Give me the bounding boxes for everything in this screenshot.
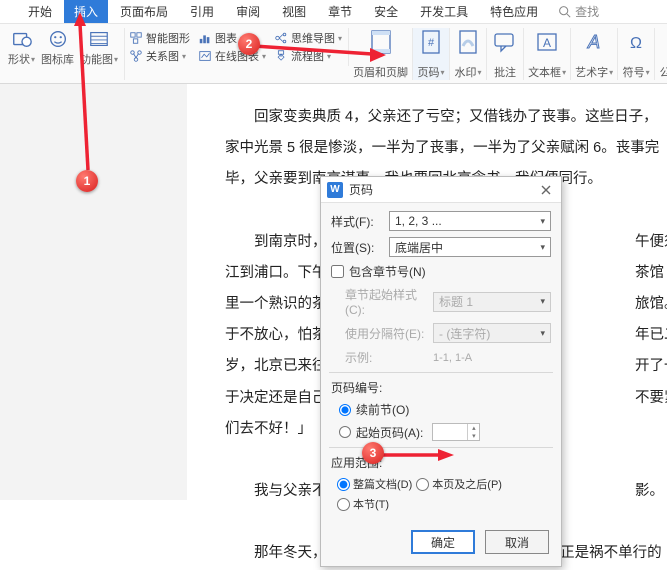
iconlib-icon[interactable] (47, 28, 69, 50)
dialog-title: 页码 (349, 181, 537, 198)
menu-chapter[interactable]: 章节 (318, 0, 362, 23)
menu-reference[interactable]: 引用 (180, 0, 224, 23)
svg-text:#: # (428, 37, 435, 49)
menu-view[interactable]: 视图 (272, 0, 316, 23)
page-number-icon: # (417, 28, 445, 56)
menu-search[interactable]: 查找 (558, 3, 599, 20)
iconlib-label[interactable]: 图标库 (41, 51, 74, 67)
svg-text:Ω: Ω (630, 35, 642, 52)
separator-label: 使用分隔符(E): (345, 325, 429, 342)
style-label: 样式(F): (331, 213, 385, 230)
include-chapter-checkbox[interactable] (331, 265, 344, 278)
style-combo[interactable]: 1, 2, 3 ...▾ (389, 211, 551, 231)
menu-bar: 开始 插入 页面布局 引用 审阅 视图 章节 安全 开发工具 特色应用 查找 (0, 0, 667, 24)
doc-line-right: 开了一会，终 (635, 351, 667, 382)
textbox-icon: A (533, 28, 561, 56)
mindmap-button[interactable]: 思维导图▾ (274, 30, 342, 46)
dialog-close-button[interactable] (537, 181, 555, 199)
close-icon (541, 185, 551, 195)
callout-3: 3 (362, 442, 384, 464)
menu-security[interactable]: 安全 (364, 0, 408, 23)
callout-1: 1 (76, 170, 98, 192)
wordart-icon: A (580, 28, 608, 56)
scope-after-radio[interactable] (416, 478, 429, 491)
chapter-style-combo: 标题 1▾ (433, 292, 551, 312)
ribbon-page-number[interactable]: # 页码▾ (413, 28, 450, 80)
ribbon-textbox[interactable]: A 文本框▾ (524, 28, 571, 80)
search-label: 查找 (575, 3, 599, 20)
shape-label[interactable]: 形状▾ (8, 51, 35, 67)
page-number-dialog: W 页码 样式(F): 1, 2, 3 ...▾ 位置(S): 底端居中▾ 包含… (320, 176, 562, 567)
position-label: 位置(S): (331, 239, 385, 256)
numbering-section-label: 页码编号: (331, 379, 551, 396)
menu-start[interactable]: 开始 (18, 0, 62, 23)
app-w-icon: W (327, 182, 343, 198)
start-at-label: 起始页码(A): (356, 424, 423, 441)
menu-special[interactable]: 特色应用 (480, 0, 548, 23)
left-margin (0, 84, 27, 500)
doc-line: 回家变卖典质 4，父亲还了亏空；又借钱办了丧事。这些日子， (225, 102, 637, 133)
menu-devtools[interactable]: 开发工具 (410, 0, 478, 23)
doc-line-right: 不要紧，他 (635, 383, 667, 414)
scope-doc-radio[interactable] (337, 478, 350, 491)
watermark-icon (454, 28, 482, 56)
menu-layout[interactable]: 页面布局 (110, 0, 178, 23)
position-combo[interactable]: 底端居中▾ (389, 237, 551, 257)
doc-line-right: 年已二十 (635, 320, 667, 351)
menu-review[interactable]: 审阅 (226, 0, 270, 23)
ribbon-wordart[interactable]: A 艺术字▾ (571, 28, 618, 80)
ribbon-comment[interactable]: 批注 (487, 28, 524, 80)
func-icon[interactable] (88, 28, 110, 50)
ribbon-formula[interactable]: π 公式▾ (655, 28, 667, 80)
chapter-style-label: 章节起始样式(C): (345, 286, 429, 317)
func-label[interactable]: 功能图▾ (80, 51, 118, 67)
doc-line-right: 午便须渡 (635, 227, 667, 258)
ribbon-watermark[interactable]: 水印▾ (450, 28, 487, 80)
start-at-radio[interactable] (339, 426, 351, 438)
formula-icon: π (659, 28, 667, 56)
example-value: 1-1, 1-A (433, 352, 472, 364)
doc-line-right: 影。 (635, 476, 664, 507)
continue-radio[interactable] (339, 404, 351, 416)
ribbon-group-charts: 智能图形 关系图▾ (125, 28, 194, 66)
cancel-button[interactable]: 取消 (485, 530, 549, 554)
scope-section-radio[interactable] (337, 498, 350, 511)
svg-text:A: A (587, 32, 600, 52)
include-chapter-label: 包含章节号(N) (349, 263, 426, 280)
smartshape-button[interactable]: 智能图形 (129, 30, 190, 46)
ribbon: 形状▾ 图标库 功能图▾ 智能图形 关系图▾ 图表▾ 在线图表▾ 思维导图▾ 流… (0, 24, 667, 84)
header-footer-icon (367, 28, 395, 56)
search-icon (558, 5, 571, 18)
symbol-icon: Ω (622, 28, 650, 56)
dialog-titlebar: W 页码 (321, 177, 561, 203)
callout-2: 2 (238, 33, 260, 55)
ribbon-header-footer[interactable]: 页眉和页脚 (349, 28, 413, 80)
example-label: 示例: (345, 349, 429, 366)
doc-line-right: 茶馆 叫旅馆 (635, 258, 667, 289)
shape-icon[interactable] (11, 28, 33, 50)
menu-insert[interactable]: 插入 (64, 0, 108, 23)
ribbon-symbol[interactable]: Ω 符号▾ (618, 28, 655, 80)
ribbon-group-shapes: 形状▾ 图标库 功能图▾ (2, 28, 125, 80)
relation-button[interactable]: 关系图▾ (129, 48, 190, 64)
flowchart-button[interactable]: 流程图▾ (274, 48, 342, 64)
comment-icon (491, 28, 519, 56)
doc-line-right: 旅馆。但他终 (635, 289, 667, 320)
ribbon-group-diagram: 思维导图▾ 流程图▾ (270, 28, 349, 66)
start-at-input[interactable]: ▴▾ (432, 423, 480, 441)
continue-label: 续前节(O) (356, 401, 409, 418)
svg-text:A: A (543, 36, 551, 50)
doc-line: 家中光景 5 很是惨淡，一半为了丧事，一半为了父亲赋闲 6。丧事完 (225, 133, 637, 164)
ok-button[interactable]: 确定 (411, 530, 475, 554)
separator-combo: - (连字符)▾ (433, 323, 551, 343)
